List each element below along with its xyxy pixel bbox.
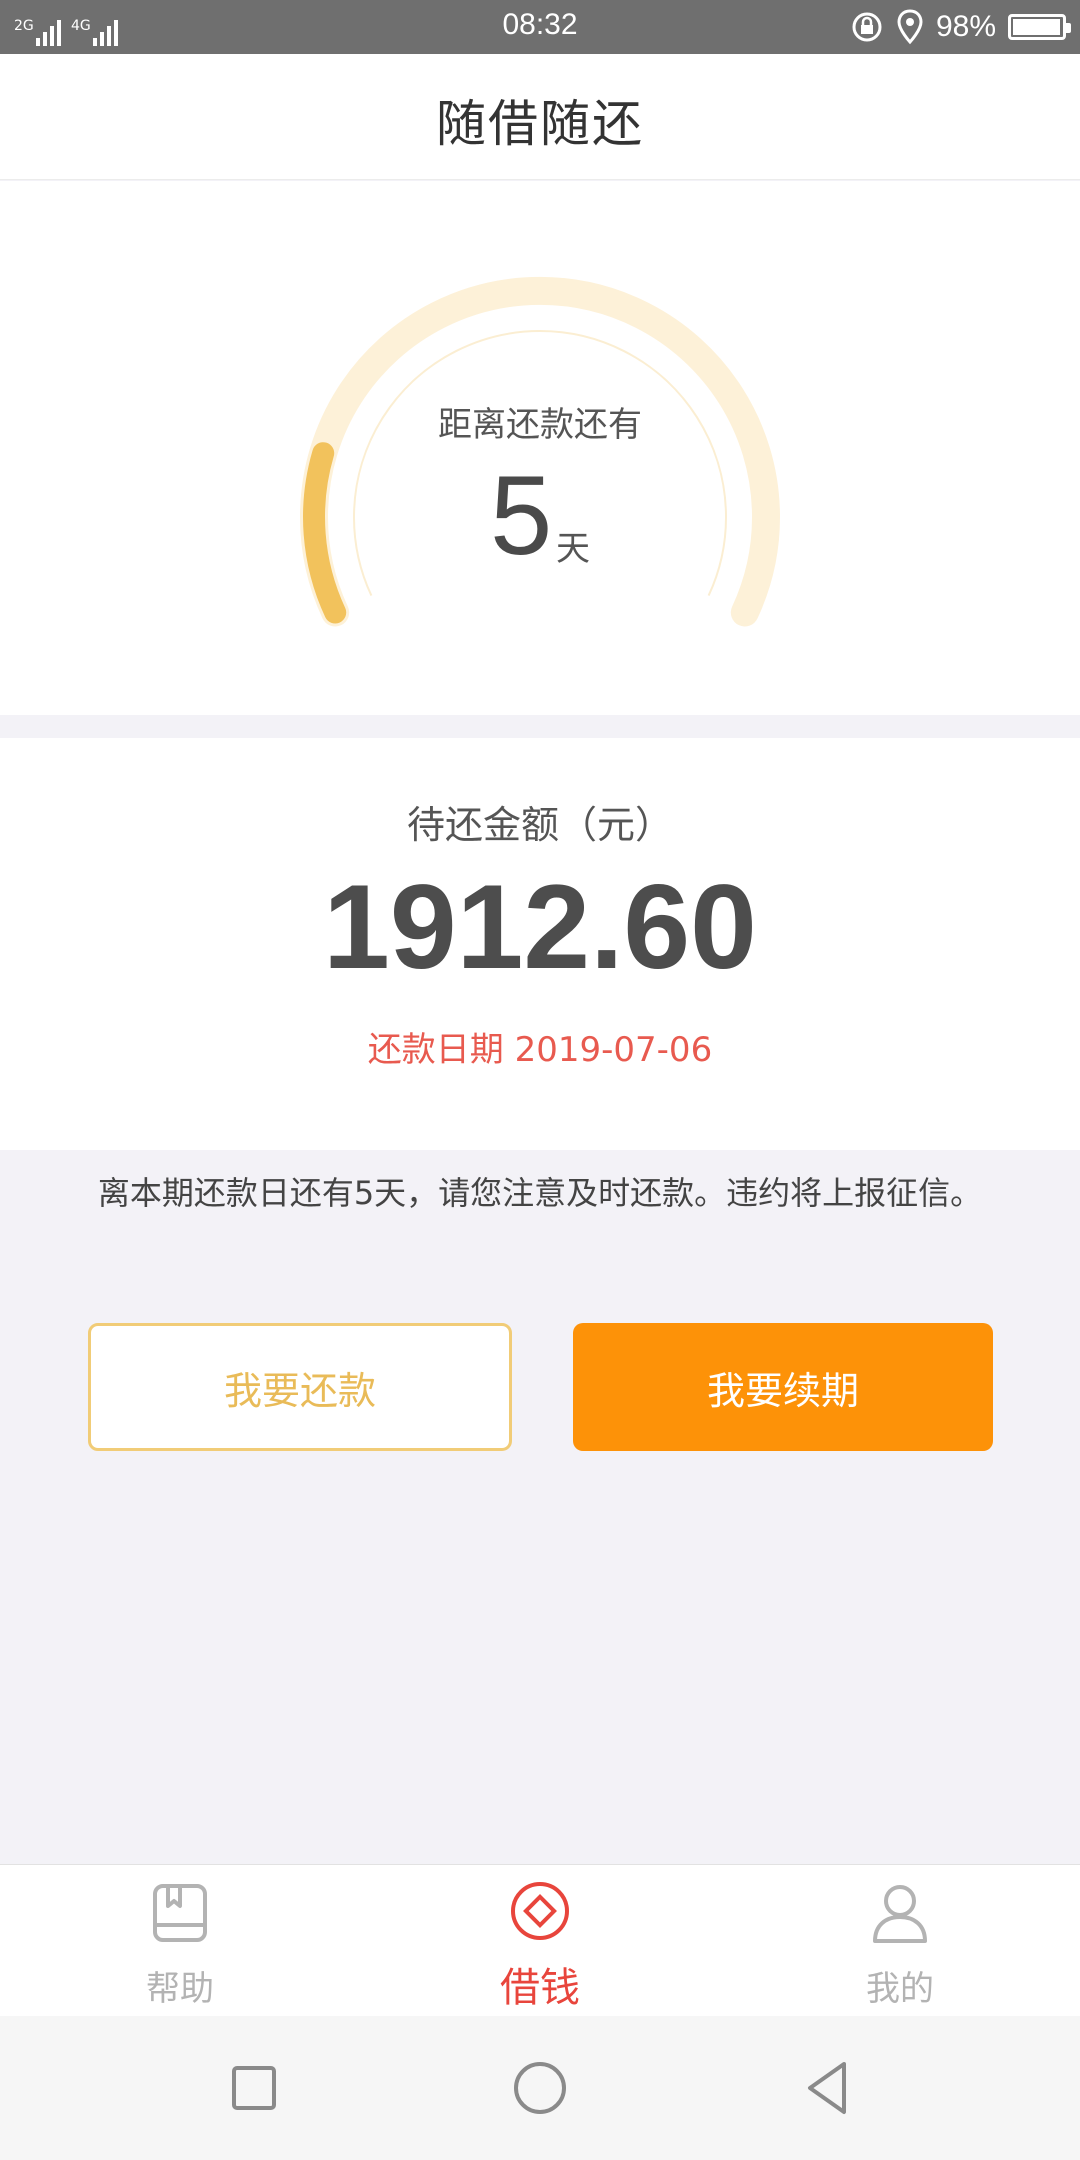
tab-mine[interactable]: 我的 bbox=[800, 1865, 1000, 2017]
tab-help[interactable]: 帮助 bbox=[80, 1865, 280, 2017]
repay-button[interactable]: 我要还款 bbox=[88, 1323, 512, 1451]
battery-icon bbox=[1008, 14, 1071, 40]
back-triangle-icon[interactable] bbox=[796, 2054, 864, 2122]
countdown-card: 距离还款还有 5 天 bbox=[0, 181, 1080, 715]
countdown-gauge bbox=[300, 277, 780, 627]
diamond-circle-icon bbox=[511, 1882, 569, 1940]
countdown-label: 距离还款还有 bbox=[438, 405, 642, 445]
circle-icon[interactable] bbox=[506, 2054, 574, 2122]
amount-value: 1912.60 bbox=[323, 860, 757, 994]
tab-mine-label: 我的 bbox=[866, 1969, 934, 2009]
repayment-notice: 离本期还款日还有5天，请您注意及时还款。违约将上报征信。 bbox=[97, 1174, 983, 1212]
tab-borrow[interactable]: 借钱 bbox=[440, 1865, 640, 2017]
system-nav-bar bbox=[0, 2016, 1080, 2160]
gauge-progress bbox=[303, 442, 347, 624]
person-icon bbox=[873, 1885, 927, 1943]
square-icon[interactable] bbox=[220, 2054, 288, 2122]
status-bar: 2G 4G 08:32 98% bbox=[0, 0, 1080, 54]
amount-label: 待还金额（元） bbox=[406, 803, 673, 847]
rotation-lock-icon bbox=[852, 12, 882, 42]
tab-borrow-label: 借钱 bbox=[500, 1965, 580, 2011]
bottom-tab-bar: 帮助 借钱 我的 bbox=[0, 1864, 1080, 2016]
page-title: 随借随还 bbox=[436, 95, 644, 153]
countdown-days: 5 bbox=[490, 453, 553, 578]
amount-card: 待还金额（元） 1912.60 还款日期 2019-07-06 bbox=[0, 738, 1080, 1150]
battery-percent: 98% bbox=[935, 10, 996, 43]
renew-button[interactable]: 我要续期 bbox=[573, 1323, 993, 1451]
location-icon bbox=[897, 9, 923, 45]
countdown-unit: 天 bbox=[556, 529, 590, 569]
app-header: 随借随还 bbox=[0, 54, 1080, 180]
due-date: 还款日期 2019-07-06 bbox=[367, 1030, 713, 1070]
tab-help-label: 帮助 bbox=[146, 1969, 214, 2009]
book-icon bbox=[153, 1884, 207, 1942]
